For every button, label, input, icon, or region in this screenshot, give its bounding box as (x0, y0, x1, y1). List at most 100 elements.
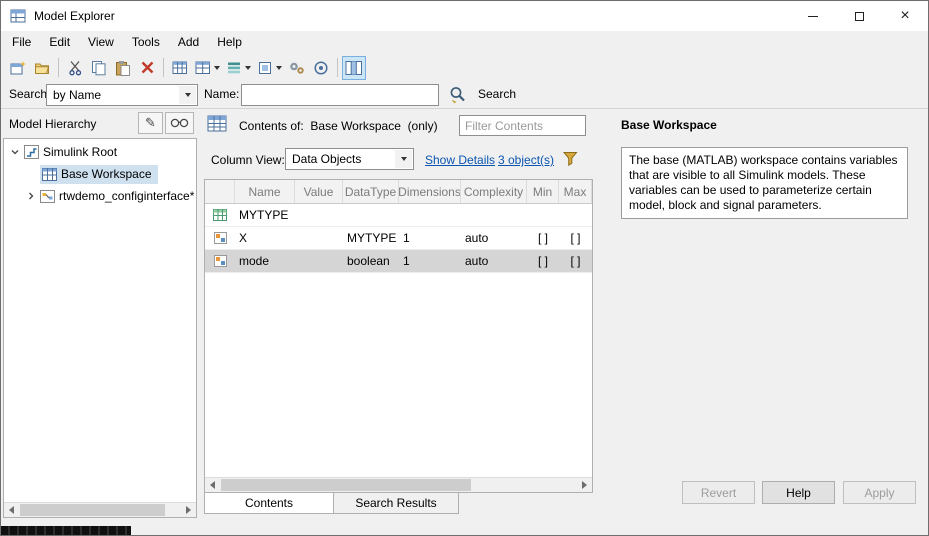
model-explorer-window: Model Explorer × File Edit View Tools Ad… (0, 0, 929, 536)
delete-button[interactable] (135, 56, 159, 80)
preferences-button[interactable] (309, 56, 333, 80)
maximize-button[interactable] (836, 1, 882, 31)
filter-options-button[interactable] (562, 150, 579, 170)
column-view-toggle-button[interactable] (342, 55, 366, 80)
search-mode-value: by Name (53, 88, 102, 102)
column-view-combobox[interactable]: Data Objects (285, 148, 414, 170)
filter-contents-input[interactable] (459, 115, 586, 136)
menu-help[interactable]: Help (208, 31, 251, 54)
search-mode-combobox[interactable]: by Name (46, 84, 198, 106)
edit-hierarchy-button[interactable]: ✎ (138, 112, 163, 134)
show-details-link[interactable]: Show Details (425, 153, 495, 167)
search-icon (450, 87, 465, 104)
grid-icon (195, 61, 210, 74)
column-header-complexity[interactable]: Complexity (461, 180, 527, 203)
contents-horizontal-scrollbar[interactable] (205, 477, 592, 492)
close-button[interactable]: × (882, 1, 928, 31)
cell-dimensions[interactable]: 1 (399, 231, 461, 245)
object-count-link[interactable]: 3 object(s) (498, 153, 554, 167)
column-header-name[interactable]: Name (235, 180, 295, 203)
menu-file[interactable]: File (3, 31, 40, 54)
combobox-arrow[interactable] (395, 150, 412, 168)
view-layers-dropdown-button[interactable] (223, 56, 254, 80)
menu-add[interactable]: Add (169, 31, 208, 54)
paste-button[interactable] (111, 56, 135, 80)
add-object-dropdown-button[interactable] (192, 56, 223, 80)
revert-button[interactable]: Revert (682, 481, 755, 504)
tree-item-base-workspace[interactable]: Base Workspace (4, 163, 196, 185)
cell-complexity[interactable]: auto (461, 231, 527, 245)
search-button-label[interactable]: Search (478, 87, 516, 101)
options-button[interactable] (285, 56, 309, 80)
table-row-x[interactable]: X MYTYPE 1 auto [ ] [ ] (205, 227, 592, 250)
detail-pane-title: Base Workspace (621, 118, 717, 132)
cell-datatype[interactable]: MYTYPE (343, 231, 399, 245)
cell-dimensions[interactable]: 1 (399, 254, 461, 268)
table-row-mytype[interactable]: MYTYPE (205, 204, 592, 227)
scroll-right-button[interactable] (181, 503, 196, 517)
cell-min[interactable]: [ ] (527, 231, 559, 245)
tab-search-results[interactable]: Search Results (334, 493, 459, 514)
delete-icon (141, 61, 153, 74)
model-icon (40, 189, 55, 203)
parameter-object-icon (205, 255, 235, 267)
run-search-button[interactable] (445, 83, 471, 107)
hierarchy-horizontal-scrollbar[interactable] (4, 502, 196, 517)
column-header-min[interactable]: Min (527, 180, 559, 203)
gears-icon (290, 62, 304, 74)
table-row-mode[interactable]: mode boolean 1 auto [ ] [ ] (205, 250, 592, 273)
scrollbar-thumb[interactable] (221, 479, 471, 491)
menu-tools[interactable]: Tools (123, 31, 169, 54)
contents-table: Name Value DataType Dimensions Complexit… (204, 179, 593, 493)
column-header-icon[interactable] (205, 180, 235, 203)
help-button[interactable]: Help (762, 481, 835, 504)
copy-button[interactable] (87, 56, 111, 80)
chevron-down-icon (245, 65, 251, 70)
tree-item-rtwdemo-configinterface[interactable]: rtwdemo_configinterface* (4, 185, 196, 207)
cell-name[interactable]: mode (235, 254, 295, 268)
screen-artifact (1, 526, 131, 535)
tab-contents[interactable]: Contents (204, 493, 334, 514)
cell-name[interactable]: MYTYPE (235, 208, 295, 222)
scroll-right-button[interactable] (577, 478, 592, 492)
chevron-down-icon[interactable] (8, 147, 22, 157)
column-header-value[interactable]: Value (295, 180, 343, 203)
copy-icon (92, 60, 106, 75)
column-header-datatype[interactable]: DataType (343, 180, 399, 203)
cell-complexity[interactable]: auto (461, 254, 527, 268)
scroll-left-button[interactable] (205, 478, 220, 492)
apply-button[interactable]: Apply (843, 481, 916, 504)
window-controls: × (790, 1, 928, 31)
search-name-input[interactable] (241, 84, 439, 106)
base-workspace-icon (42, 167, 57, 181)
cell-max[interactable]: [ ] (559, 231, 592, 245)
menu-view[interactable]: View (79, 31, 123, 54)
name-label: Name: (204, 87, 240, 101)
tree-item-label: rtwdemo_configinterface* (59, 189, 195, 203)
tree-item-simulink-root[interactable]: Simulink Root (4, 141, 196, 163)
cell-max[interactable]: [ ] (559, 254, 592, 268)
open-button[interactable] (30, 56, 54, 80)
show-current-system-button[interactable] (165, 112, 194, 134)
column-header-max[interactable]: Max (559, 180, 592, 203)
menu-edit[interactable]: Edit (40, 31, 79, 54)
paste-icon (116, 60, 130, 76)
add-object-button[interactable] (168, 56, 192, 80)
cell-name[interactable]: X (235, 231, 295, 245)
column-header-dimensions[interactable]: Dimensions (399, 180, 461, 203)
cut-button[interactable] (63, 56, 87, 80)
scroll-left-button[interactable] (4, 503, 19, 517)
scrollbar-thumb[interactable] (20, 504, 165, 516)
combobox-arrow[interactable] (179, 86, 196, 104)
titlebar: Model Explorer × (1, 1, 928, 31)
chevron-right-icon[interactable] (24, 191, 38, 201)
cell-min[interactable]: [ ] (527, 254, 559, 268)
cut-icon (68, 60, 81, 75)
minimize-button[interactable] (790, 1, 836, 31)
grid-icon (172, 61, 187, 74)
scope-dropdown-button[interactable] (254, 56, 285, 80)
detail-description: The base (MATLAB) workspace contains var… (621, 147, 908, 219)
tree-item-label: Base Workspace (61, 167, 152, 181)
new-model-button[interactable] (6, 56, 30, 80)
cell-datatype[interactable]: boolean (343, 254, 399, 268)
